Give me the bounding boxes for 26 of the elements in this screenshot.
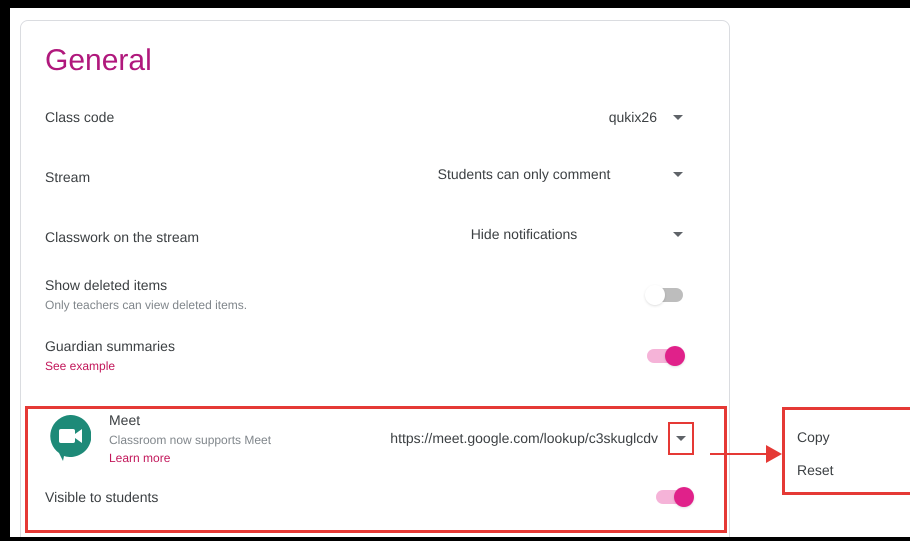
toggle-switch[interactable] [645, 282, 685, 306]
learn-more-link[interactable]: Learn more [109, 448, 390, 466]
menu-item[interactable]: Reset [797, 460, 910, 481]
setting-label: Classwork on the stream [45, 228, 200, 246]
setting-note: Only teachers can view deleted items. [45, 297, 248, 314]
caret-icon[interactable] [673, 232, 683, 236]
setting-label: Class code [45, 108, 114, 127]
meet-subtitle: Classroom now supports Meet [109, 432, 272, 448]
section-title: General [45, 43, 153, 79]
setting-label: Visible to students [45, 488, 158, 506]
dropdown-select[interactable]: Students can only comment [375, 164, 705, 184]
class-code-value: qukix26 [608, 108, 657, 127]
setting-label: Stream [45, 168, 90, 186]
meet-title: Meet [109, 410, 142, 430]
see-example-link[interactable]: See example [45, 357, 175, 375]
meet-url: https://meet.google.com/lookup/c3skuglcdv [390, 428, 658, 448]
dropdown-select[interactable]: Hide notifications [375, 224, 705, 244]
caret-icon[interactable] [676, 436, 686, 440]
video-camera-icon [49, 415, 91, 461]
setting-label: Show deleted items [45, 276, 168, 295]
caret-icon[interactable] [673, 172, 683, 176]
setting-label: Guardian summaries [45, 337, 175, 356]
menu-item[interactable]: Copy [797, 427, 910, 448]
caret-icon[interactable] [673, 115, 683, 120]
toggle-switch[interactable] [645, 344, 685, 368]
toggle-switch[interactable] [654, 485, 694, 509]
